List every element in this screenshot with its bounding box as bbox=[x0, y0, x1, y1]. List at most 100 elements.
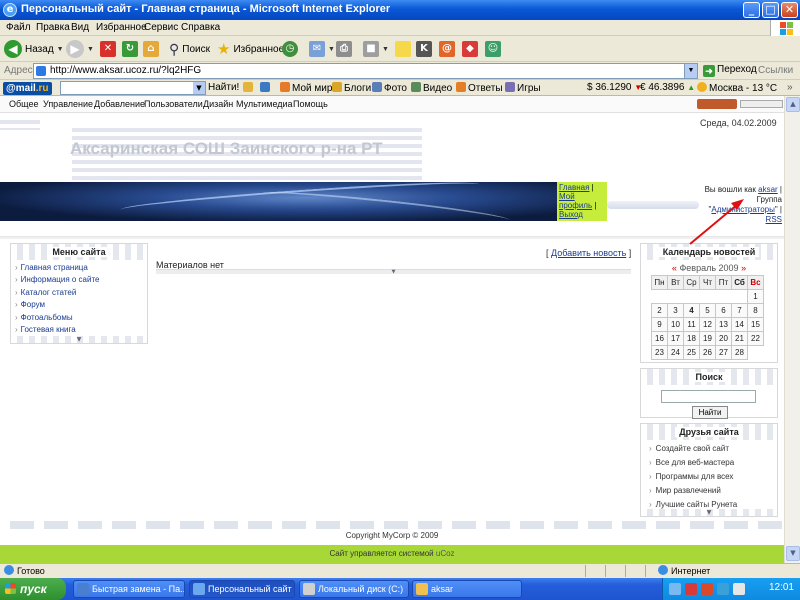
mailru-logo[interactable]: @mail.ru bbox=[3, 82, 52, 95]
messenger-button[interactable]: K bbox=[416, 39, 432, 59]
menu-edit[interactable]: Правка bbox=[36, 22, 70, 33]
username-link[interactable]: aksar bbox=[758, 185, 778, 194]
address-input[interactable]: http://www.aksar.ucoz.ru/?lq2HFG ▼ bbox=[33, 63, 698, 79]
start-button[interactable]: пуск bbox=[0, 578, 66, 600]
go-arrow-icon: ➜ bbox=[703, 65, 715, 77]
site-menu-panel: Меню сайта Главная страница Информация о… bbox=[10, 243, 148, 344]
friends-link[interactable]: Все для веб-мастера bbox=[641, 456, 777, 470]
menu-view[interactable]: Вид bbox=[71, 22, 89, 33]
menu-favorites[interactable]: Избранное bbox=[96, 22, 147, 33]
mailru-search-input[interactable]: ▼ bbox=[60, 81, 206, 95]
weather[interactable]: Москва - 13 °C bbox=[697, 82, 777, 94]
k-icon: K bbox=[416, 41, 432, 57]
group-link[interactable]: Администраторы bbox=[711, 205, 774, 214]
home-button[interactable]: ⌂ bbox=[143, 39, 159, 59]
messenger-people-button[interactable]: ☺ bbox=[485, 39, 501, 59]
menu-item-photos[interactable]: Фотоальбомы bbox=[15, 312, 143, 324]
menu-item-guestbook[interactable]: Гостевая книга bbox=[15, 324, 143, 336]
taskbar-window-active[interactable]: Персональный сайт ... bbox=[189, 580, 295, 598]
mailru-pencil-button[interactable] bbox=[243, 82, 255, 94]
friends-link[interactable]: Программы для всех bbox=[641, 470, 777, 484]
mail-button[interactable]: ✉ ▼ bbox=[309, 39, 335, 59]
address-dropdown-icon[interactable]: ▼ bbox=[684, 64, 697, 78]
refresh-button[interactable]: ↻ bbox=[122, 39, 138, 59]
calendar-next-button[interactable]: » bbox=[741, 263, 746, 273]
nav-general[interactable]: Общее bbox=[9, 99, 38, 109]
nav-help[interactable]: Помощь bbox=[293, 99, 328, 109]
mailru-photo[interactable]: Фото bbox=[372, 82, 407, 94]
answers-icon bbox=[456, 82, 466, 92]
note-button[interactable] bbox=[395, 39, 411, 59]
minimize-button[interactable]: _ bbox=[743, 2, 760, 18]
window-title-bar[interactable]: e Персональный сайт - Главная страница -… bbox=[0, 0, 800, 20]
tray-network-icon[interactable] bbox=[669, 583, 681, 595]
go-button[interactable]: ➜ Переход bbox=[703, 64, 757, 77]
tray-k-icon[interactable] bbox=[685, 583, 697, 595]
tray-speaker-icon[interactable] bbox=[733, 583, 745, 595]
logout-link[interactable]: Выход bbox=[559, 210, 583, 219]
rss-link[interactable]: RSS bbox=[766, 215, 782, 224]
links-button[interactable]: Ссылки bbox=[758, 65, 793, 76]
mailru-games[interactable]: Игры bbox=[505, 82, 541, 94]
at-button[interactable]: @ bbox=[439, 39, 455, 59]
home-link[interactable]: Главная bbox=[559, 183, 589, 192]
site-menu-header: Меню сайта bbox=[11, 244, 147, 260]
menu-item-home[interactable]: Главная страница bbox=[15, 262, 143, 274]
nav-manage[interactable]: Управление bbox=[43, 99, 93, 109]
scroll-down-icon[interactable]: ▼ bbox=[786, 546, 800, 561]
ucoz-link[interactable]: uCoz bbox=[436, 549, 455, 558]
scroll-up-icon[interactable]: ▲ bbox=[786, 97, 800, 112]
friends-link[interactable]: Мир развлечений bbox=[641, 484, 777, 498]
tray-x-icon[interactable] bbox=[701, 583, 713, 595]
status-separator bbox=[645, 565, 646, 577]
menu-item-forum[interactable]: Форум bbox=[15, 299, 143, 311]
site-search-input[interactable] bbox=[661, 390, 756, 403]
nav-design[interactable]: Дизайн bbox=[203, 99, 233, 109]
friends-link[interactable]: Создайте свой сайт bbox=[641, 442, 777, 456]
stop-button[interactable]: ✕ bbox=[100, 39, 116, 59]
search-button[interactable]: ⚲ Поиск bbox=[169, 39, 210, 59]
close-button[interactable]: ✕ bbox=[781, 2, 798, 18]
mailru-marker-button[interactable] bbox=[260, 82, 272, 94]
mailru-find-button[interactable]: Найти! bbox=[208, 82, 239, 93]
blogs-icon bbox=[332, 82, 342, 92]
tray-mail-icon[interactable] bbox=[717, 583, 729, 595]
mailru-video[interactable]: Видео bbox=[411, 82, 452, 94]
back-button[interactable]: ◀ Назад ▼ bbox=[4, 39, 64, 59]
history-button[interactable]: ◷ bbox=[282, 39, 298, 59]
mailru-answers[interactable]: Ответы bbox=[456, 82, 503, 94]
taskbar-window[interactable]: Быстрая замена - Па... bbox=[73, 580, 185, 598]
mailru-myworld[interactable]: Мой мир bbox=[280, 82, 332, 94]
menu-help[interactable]: Справка bbox=[181, 22, 220, 33]
edit-button[interactable]: ■ ▼ bbox=[363, 39, 389, 59]
windows-flag-icon bbox=[5, 583, 16, 594]
mailru-more-icon[interactable]: » bbox=[787, 82, 793, 93]
nav-multimedia[interactable]: Мультимедиа bbox=[236, 99, 293, 109]
calendar-day: 3 bbox=[667, 303, 684, 318]
nav-add[interactable]: Добавление bbox=[94, 99, 145, 109]
taskbar-window[interactable]: Локальный диск (C:) bbox=[299, 580, 409, 598]
add-news-link[interactable]: Добавить новость bbox=[551, 248, 626, 258]
print-button[interactable]: ⎙ bbox=[336, 39, 352, 59]
menu-item-about[interactable]: Информация о сайте bbox=[15, 274, 143, 286]
menu-file[interactable]: Файл bbox=[6, 22, 31, 33]
status-text: Готово bbox=[17, 566, 45, 576]
ucoz-logo[interactable] bbox=[697, 99, 737, 109]
weather-label: Москва - 13 °C bbox=[709, 83, 778, 94]
favorites-button[interactable]: ★ Избранное bbox=[217, 39, 284, 59]
menu-item-articles[interactable]: Каталог статей bbox=[15, 287, 143, 299]
calendar-nav: « Февраль 2009 » bbox=[641, 263, 777, 273]
calendar-prev-button[interactable]: « bbox=[672, 263, 677, 273]
profile-link[interactable]: Мой профиль bbox=[559, 192, 592, 210]
site-search-button[interactable]: Найти bbox=[692, 406, 728, 419]
menu-tools[interactable]: Сервис bbox=[144, 22, 178, 33]
vertical-scrollbar[interactable]: ▲ ▼ bbox=[784, 96, 800, 563]
taskbar-window[interactable]: aksar bbox=[412, 580, 522, 598]
maximize-button[interactable]: □ bbox=[762, 2, 779, 18]
forward-button[interactable]: ▶ ▼ bbox=[66, 39, 94, 59]
window-icon bbox=[77, 583, 89, 595]
mailru-search-dropdown-icon[interactable]: ▼ bbox=[193, 82, 205, 94]
red-tool-button[interactable]: ◆ bbox=[462, 39, 478, 59]
nav-users[interactable]: Пользователи bbox=[144, 99, 203, 109]
mailru-blogs[interactable]: Блоги bbox=[332, 82, 371, 94]
